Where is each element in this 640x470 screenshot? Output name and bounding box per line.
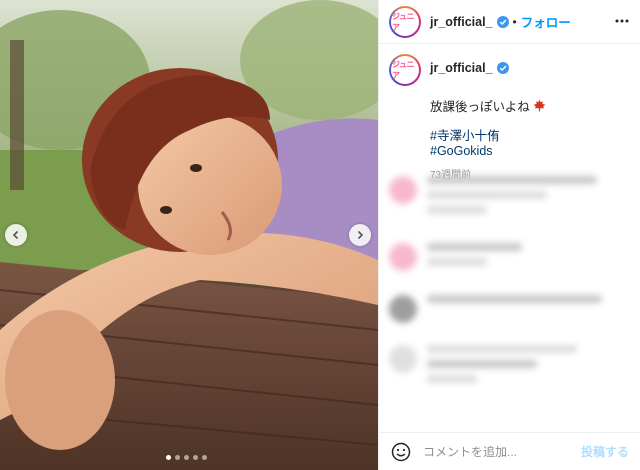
separator-dot: •: [512, 14, 517, 29]
list-item: [389, 295, 634, 323]
carousel-dot: [175, 455, 180, 460]
carousel-dot: [202, 455, 207, 460]
post-caption: ジュニア jr_official_ 放課後っぽいよね #寺澤小十侑 #GoGok…: [389, 54, 630, 181]
caption-avatar-logo-text: ジュニア: [391, 56, 419, 84]
caption-username-link[interactable]: jr_official_: [430, 61, 493, 75]
chevron-right-icon: [357, 230, 364, 240]
carousel-dot: [193, 455, 198, 460]
maple-leaf-icon: [533, 99, 546, 112]
follow-button[interactable]: フォロー: [521, 12, 571, 31]
more-options-button[interactable]: [614, 13, 630, 34]
avatar[interactable]: ジュニア: [389, 5, 421, 38]
caption-avatar[interactable]: ジュニア: [389, 54, 421, 86]
post-photo: [0, 0, 378, 470]
verified-badge-icon: [496, 62, 509, 74]
photo-illustration: [0, 0, 378, 470]
emoji-icon[interactable]: [391, 442, 411, 462]
list-item: [389, 243, 634, 273]
hashtag-link[interactable]: #寺澤小十侑: [430, 129, 546, 144]
username-link[interactable]: jr_official_: [430, 15, 493, 29]
next-photo-button[interactable]: [349, 224, 371, 246]
ellipsis-icon: [615, 19, 629, 23]
previous-photo-button[interactable]: [5, 224, 27, 246]
list-item: [389, 176, 634, 221]
avatar-logo-text: ジュニア: [391, 7, 419, 36]
chevron-left-icon: [12, 230, 19, 240]
caption-text: 放課後っぽいよね: [430, 100, 530, 114]
add-comment-bar: 投稿する: [379, 432, 640, 470]
post-header: ジュニア jr_official_ • フォロー: [379, 0, 640, 44]
comment-input[interactable]: [423, 444, 583, 459]
post-comment-button[interactable]: 投稿する: [581, 443, 629, 460]
blurred-comments: [389, 176, 634, 412]
list-item: [389, 345, 634, 390]
carousel-dot: [184, 455, 189, 460]
carousel-dot: [166, 455, 171, 460]
verified-badge-icon: [496, 15, 509, 28]
carousel-indicator: [166, 455, 207, 460]
post-details-panel: ジュニア jr_official_ • フォロー ジュニア jr_officia…: [378, 0, 640, 470]
hashtag-link[interactable]: #GoGokids: [430, 144, 546, 159]
